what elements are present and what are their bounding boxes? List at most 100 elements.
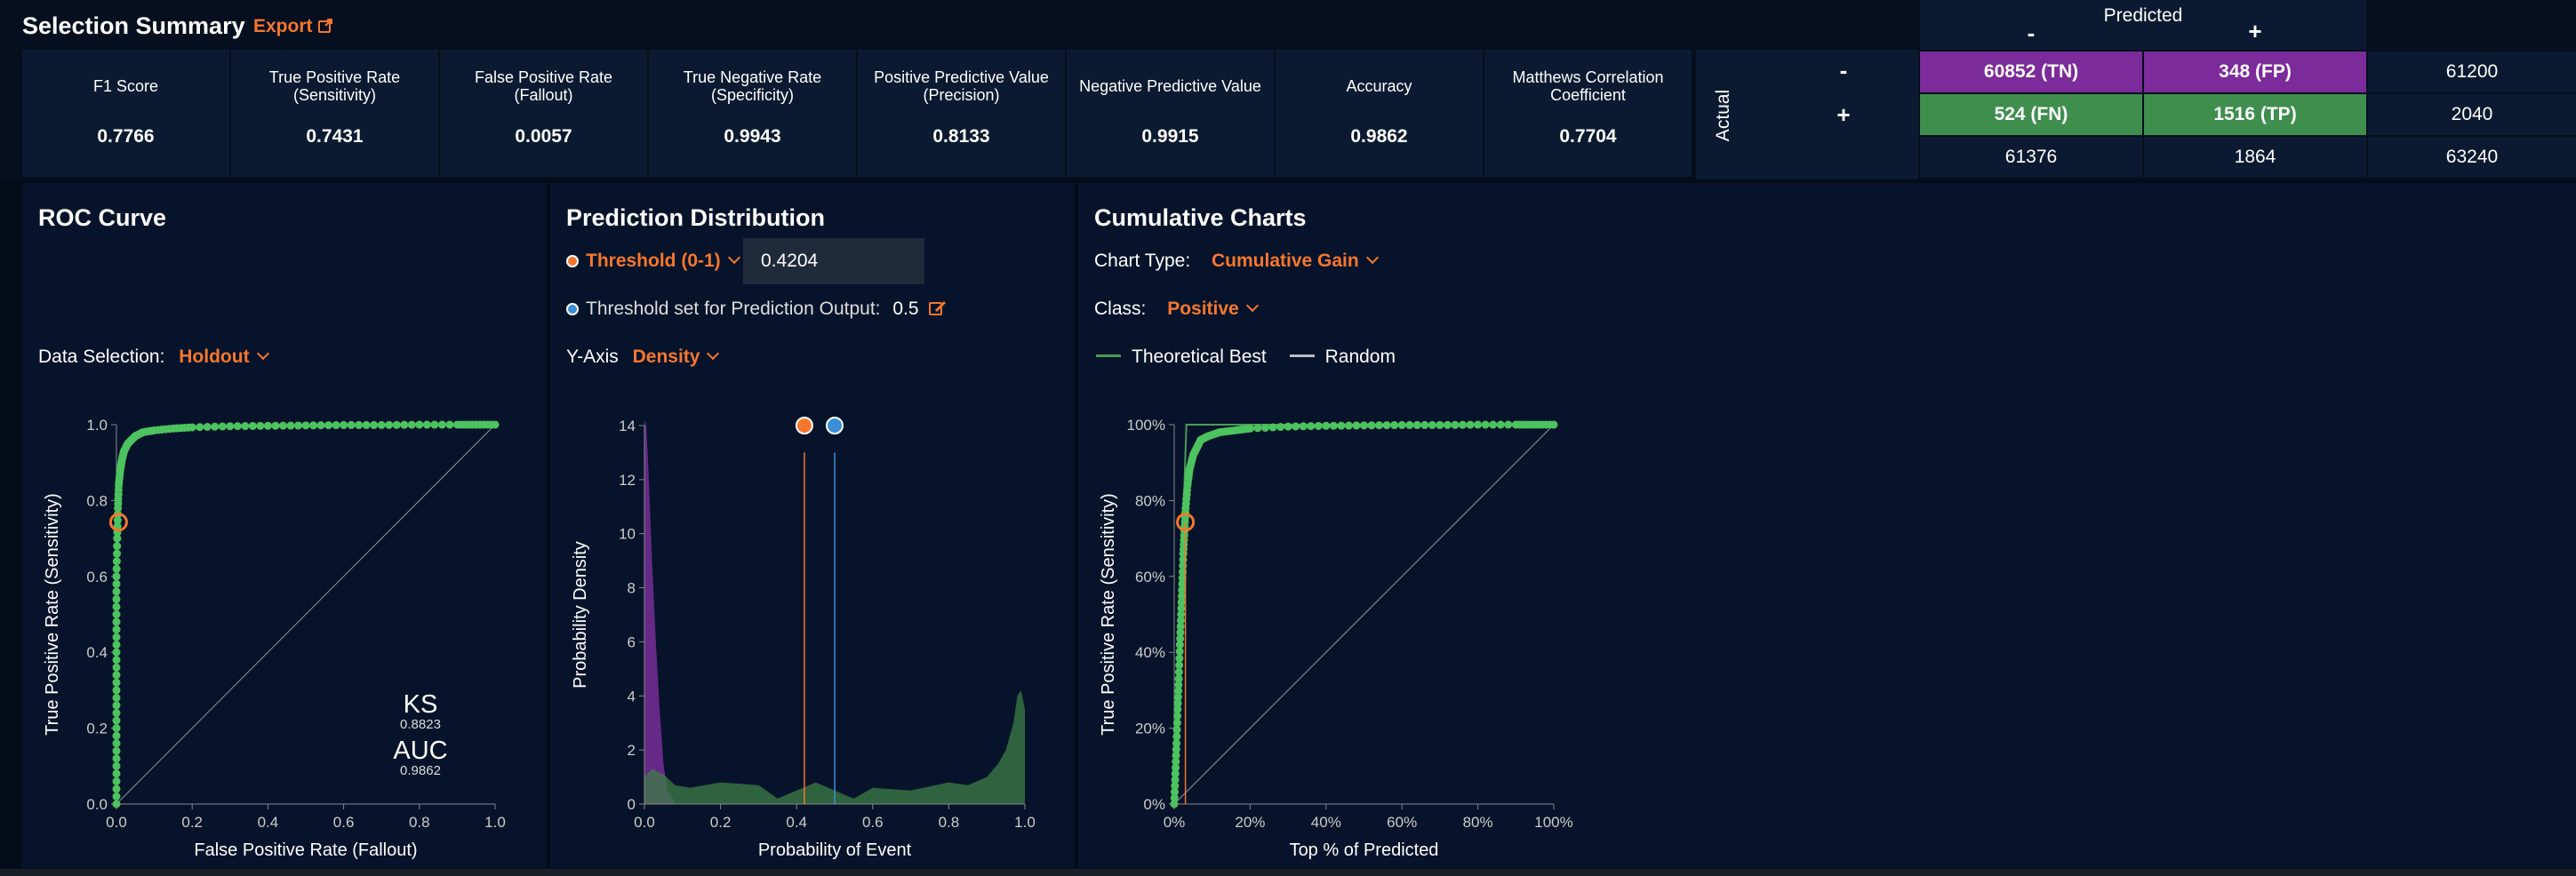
roc-point [112, 610, 121, 618]
y-tick-label: 0% [1143, 796, 1165, 813]
random-line [1173, 424, 1555, 805]
x-tick-label: 0.8 [939, 814, 960, 831]
class-dropdown[interactable]: Positive [1167, 299, 1259, 319]
metric-value: 0.7766 [97, 126, 155, 147]
summary-title: Selection Summary [22, 12, 245, 39]
roc-point [340, 420, 348, 429]
distribution-title: Prediction Distribution [566, 204, 826, 231]
threshold-output-control: Threshold set for Prediction Output: 0.5 [566, 299, 947, 320]
roc-point [377, 420, 386, 429]
roc-point [112, 648, 121, 657]
roc-point [112, 769, 121, 778]
roc-point [324, 421, 333, 430]
roc-point [241, 422, 250, 431]
threshold-output-radio[interactable] [566, 303, 579, 315]
metric-label: Positive Predictive Value (Precision) [874, 68, 1049, 104]
roc-point [112, 724, 121, 733]
threshold-radio[interactable] [566, 255, 579, 267]
roc-chart: 0.0 0.2 0.4 0.6 0.8 1.0 0.0 0.2 0.4 0.6 0.8 1.0 Fals… [43, 417, 506, 860]
row-pos-total: 2040 [2368, 94, 2576, 135]
threshold-input[interactable] [743, 238, 924, 284]
roc-point [112, 693, 121, 702]
y-axis-label: True Positive Rate (Sensitivity) [1099, 493, 1118, 736]
cell-fn: 524 (FN) [1920, 94, 2142, 135]
roc-point [226, 422, 235, 431]
roc-point [112, 776, 121, 785]
y-tick-label: 20% [1135, 721, 1165, 737]
gain-point [1344, 421, 1353, 430]
data-selection-dropdown[interactable]: Holdout [179, 346, 269, 367]
metric-value: 0.9943 [724, 126, 781, 147]
y-axis-label: True Positive Rate (Sensitivity) [43, 493, 62, 736]
cell-tn: 60852 (TN) [1920, 52, 2142, 92]
chevron-down-icon [1245, 299, 1259, 313]
metric-card: Negative Predictive Value 0.9915 [1067, 50, 1276, 177]
roc-point [233, 422, 242, 431]
gain-point [1397, 420, 1406, 429]
roc-point [112, 800, 121, 808]
gain-point [1314, 421, 1323, 430]
gain-point [1481, 420, 1490, 429]
cumulative-legend: Theoretical Best Random [1096, 346, 1396, 368]
distribution-chart: 0.0 0.2 0.4 0.6 0.8 1.0 0 2 4 6 8 10 12 14 Probability… [571, 417, 1036, 860]
gain-point [1367, 421, 1376, 430]
x-tick-label: 100% [1534, 814, 1572, 831]
edit-icon[interactable] [929, 300, 947, 316]
gain-point [1172, 739, 1181, 748]
class-control: Class: Positive [1094, 299, 1259, 320]
legend-random[interactable]: Random [1289, 346, 1396, 367]
y-tick-label: 0.8 [86, 492, 108, 509]
metric-value: 0.7431 [306, 126, 364, 147]
chevron-down-icon [256, 346, 269, 361]
y-tick-label: 4 [628, 688, 636, 705]
legend-best[interactable]: Theoretical Best [1096, 346, 1267, 367]
roc-point [112, 746, 121, 755]
actual-label: Actual [1713, 89, 1733, 142]
yaxis-dropdown[interactable]: Density [632, 346, 720, 367]
roc-point [112, 671, 121, 680]
roc-point [407, 420, 416, 429]
y-tick-label: 0.4 [86, 644, 108, 661]
threshold-output-value: 0.5 [892, 299, 919, 319]
roc-point [112, 557, 121, 566]
y-tick-label: 0.2 [86, 721, 108, 737]
predicted-neg-label: - [2027, 20, 2036, 46]
roc-point [430, 420, 439, 429]
threshold-control[interactable]: Threshold (0-1) [566, 251, 740, 272]
gain-point [1260, 423, 1269, 432]
x-tick-label: 0.0 [634, 814, 655, 831]
x-tick-label: 80% [1463, 814, 1493, 831]
legend-random-label: Random [1324, 346, 1396, 367]
roc-point [256, 421, 265, 430]
yaxis-value: Density [632, 346, 700, 367]
roc-point [370, 420, 379, 429]
chevron-down-icon [727, 251, 740, 265]
y-axis-label: Probability Density [571, 541, 590, 689]
roc-point [415, 420, 424, 429]
roc-point [112, 709, 121, 718]
auc-label: AUC [393, 737, 447, 765]
row-neg-total: 61200 [2368, 52, 2576, 92]
gain-point [1175, 654, 1184, 663]
x-tick-label: 0.6 [862, 814, 884, 831]
y-tick-label: 0.6 [86, 569, 108, 585]
roc-point [301, 421, 310, 430]
chart-type-control: Chart Type: Cumulative Gain [1094, 251, 1379, 272]
x-tick-label: 40% [1311, 814, 1341, 831]
cumulative-chart: 0% 20% 40% 60% 80% 100% 0% 20% 40% 60% 80% 100% Top … [1099, 417, 1573, 860]
y-tick-label: 0 [628, 796, 636, 813]
auc-value: 0.9862 [400, 763, 441, 778]
y-tick-label: 8 [628, 580, 636, 597]
roc-point [112, 716, 121, 725]
export-button[interactable]: Export [253, 16, 332, 37]
gain-point [1175, 661, 1184, 670]
yaxis-label: Y-Axis [566, 346, 619, 367]
gain-point [1173, 712, 1182, 721]
metric-card: Matthews Correlation Coefficient 0.7704 [1484, 50, 1693, 177]
metric-card: True Positive Rate (Sensitivity) 0.7431 [231, 50, 440, 177]
ks-label: KS [404, 690, 438, 719]
roc-point [392, 420, 401, 429]
chart-type-dropdown[interactable]: Cumulative Gain [1212, 251, 1379, 271]
x-tick-label: 0.4 [786, 814, 807, 831]
y-tick-label: 60% [1135, 569, 1165, 585]
